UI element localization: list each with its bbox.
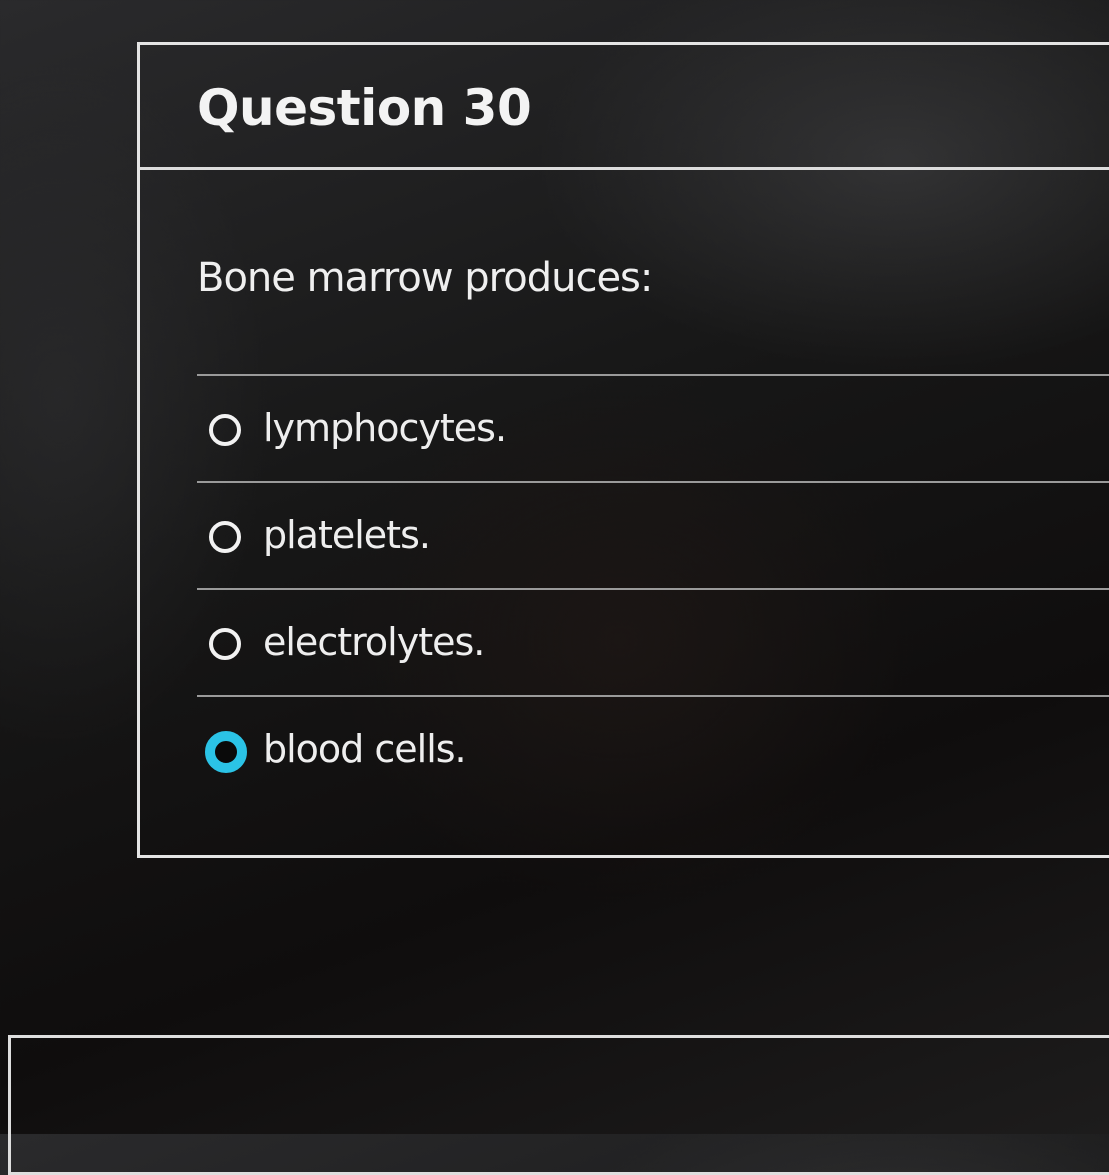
answer-option-blood-cells[interactable]: blood cells. [197,695,1109,802]
answer-option-platelets[interactable]: platelets. [197,481,1109,588]
answer-label[interactable]: lymphocytes. [263,406,507,450]
answer-label[interactable]: platelets. [263,513,431,557]
radio-button-unselected[interactable] [209,414,241,446]
radio-button-selected[interactable] [205,731,247,773]
answer-option-lymphocytes[interactable]: lymphocytes. [197,374,1109,481]
radio-button-unselected[interactable] [209,521,241,553]
answer-label[interactable]: electrolytes. [263,620,485,664]
answer-list: lymphocytes. platelets. electrolytes. bl… [197,374,1109,802]
next-question-card [8,1035,1109,1175]
radio-button-unselected[interactable] [209,628,241,660]
question-card: Question 30 Bone marrow produces: lympho… [137,42,1109,858]
answer-option-electrolytes[interactable]: electrolytes. [197,588,1109,695]
question-prompt: Bone marrow produces: [197,255,653,301]
question-title: Question 30 [197,79,532,137]
answer-label[interactable]: blood cells. [263,727,467,771]
question-header: Question 30 [140,45,1109,170]
